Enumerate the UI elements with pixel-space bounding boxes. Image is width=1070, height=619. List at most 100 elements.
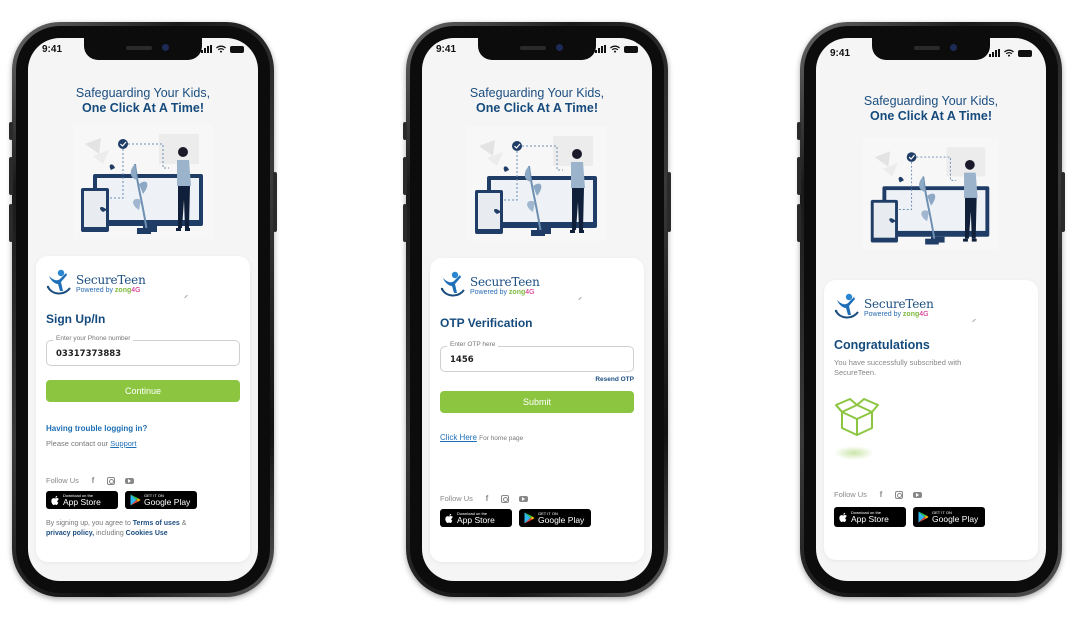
phone-number-label: Enter your Phone number — [53, 335, 134, 342]
youtube-icon[interactable] — [518, 495, 528, 502]
app-store-button[interactable]: Download on the App Store — [46, 491, 118, 509]
status-time: 9:41 — [436, 44, 457, 55]
follow-us: Follow Us f — [834, 490, 1028, 499]
tagline: Safeguarding Your Kids, One Click At A T… — [422, 86, 652, 116]
hero-illustration — [73, 124, 213, 239]
powered-by: Powered by — [76, 286, 113, 294]
box-glow — [834, 446, 874, 460]
follow-us-label: Follow Us — [46, 476, 79, 485]
partner-logo: zong — [902, 310, 920, 318]
tagline-line1: Safeguarding Your Kids, — [469, 86, 605, 100]
google-play-text: Google Play — [538, 514, 585, 525]
follow-us-label: Follow Us — [440, 494, 473, 503]
app-store-button[interactable]: Download on the App Store — [440, 509, 512, 527]
status-time: 9:41 — [830, 48, 851, 59]
wifi-icon — [610, 45, 620, 53]
continue-button[interactable]: Continue — [46, 380, 240, 402]
otp-field[interactable]: Enter OTP here 1456 — [440, 341, 634, 372]
otp-input[interactable]: 1456 — [450, 355, 474, 365]
battery-icon — [230, 45, 244, 53]
submit-button[interactable]: Submit — [440, 391, 634, 413]
tagline: Safeguarding Your Kids, One Click At A T… — [28, 86, 258, 116]
notch — [872, 38, 990, 60]
battery-icon — [1018, 49, 1032, 57]
brand-name: SecureTeen — [76, 272, 146, 287]
wifi-icon — [1004, 49, 1014, 57]
partner-logo: zong — [508, 288, 526, 296]
phone-congratulations: 9:41 Safeguarding Your Kids, One Click A… — [797, 22, 1065, 597]
brand-logo: SecureTeen Powered by zong4G — [834, 292, 1028, 322]
google-play-icon — [130, 494, 141, 506]
google-play-text: Google Play — [144, 496, 191, 507]
follow-us: Follow Us f — [440, 494, 634, 503]
support-link[interactable]: Support — [110, 439, 136, 448]
tagline-line1: Safeguarding Your Kids, — [863, 94, 999, 108]
screen: 9:41 Safeguarding Your Kids, One Click A… — [422, 38, 652, 581]
contact-text: Please contact our — [46, 439, 109, 448]
page-title: Congratulations — [834, 338, 930, 352]
hero-illustration — [863, 136, 999, 251]
notch — [84, 38, 202, 60]
tagline-line2: One Click At A Time! — [869, 109, 992, 123]
battery-icon — [624, 45, 638, 53]
instagram-icon[interactable] — [500, 494, 509, 503]
notch — [478, 38, 596, 60]
store-badges: Download on the App Store GET IT ON Google… — [834, 507, 1028, 527]
facebook-icon[interactable]: f — [89, 476, 97, 485]
follow-us: Follow Us f — [46, 476, 240, 485]
apple-icon — [51, 495, 60, 506]
instagram-icon[interactable] — [894, 490, 903, 499]
phone-number-input[interactable]: 03317373883 — [56, 349, 121, 359]
google-play-button[interactable]: GET IT ON Google Play — [125, 491, 197, 509]
cookies-use-link[interactable]: Cookies Use — [126, 530, 168, 537]
hero-illustration — [467, 126, 607, 241]
youtube-icon[interactable] — [912, 491, 922, 498]
signal-icon — [989, 49, 1000, 57]
privacy-policy-link[interactable]: privacy policy, — [46, 530, 94, 537]
otp-label: Enter OTP here — [447, 341, 499, 348]
secureteen-logo-icon — [834, 293, 860, 321]
partner-suffix: 4G — [525, 288, 535, 296]
google-play-button[interactable]: GET IT ON Google Play — [519, 509, 591, 527]
success-message: You have successfully subscribed with Se… — [834, 358, 962, 377]
partner-logo: zong — [114, 286, 132, 294]
click-here-link[interactable]: Click Here — [440, 433, 477, 442]
home-page-hint: For home page — [479, 435, 524, 442]
resend-otp-link[interactable]: Resend OTP — [440, 376, 634, 383]
phone-sign-in: 9:41 Safeguarding Your Kids, One Click A… — [9, 22, 277, 597]
store-badges: Download on the App Store GET IT ON Google… — [440, 509, 634, 527]
congratulations-card: SecureTeen Powered by zong4G Congratulat… — [824, 280, 1038, 560]
trouble-logging-in-link[interactable]: Having trouble logging in? — [46, 424, 240, 433]
secureteen-logo-icon — [46, 269, 72, 297]
signal-icon — [201, 45, 212, 53]
instagram-icon[interactable] — [106, 476, 115, 485]
powered-by: Powered by — [864, 310, 901, 318]
status-time: 9:41 — [42, 44, 63, 55]
signal-icon — [595, 45, 606, 53]
terms-text: By signing up, you agree to Terms of use… — [46, 520, 187, 537]
google-play-text: Google Play — [932, 513, 979, 524]
partner-suffix: 4G — [919, 310, 929, 318]
wifi-icon — [216, 45, 226, 53]
screen: 9:41 Safeguarding Your Kids, One Click A… — [28, 38, 258, 581]
page-title: OTP Verification — [440, 316, 533, 330]
secureteen-logo-icon — [440, 271, 466, 299]
powered-by: Powered by — [470, 288, 507, 296]
open-box-icon — [834, 394, 880, 438]
terms-of-use-link[interactable]: Terms of uses — [133, 520, 180, 527]
brand-logo: SecureTeen Powered by zong4G — [46, 268, 240, 298]
youtube-icon[interactable] — [124, 477, 134, 484]
facebook-icon[interactable]: f — [877, 490, 885, 499]
phone-number-field[interactable]: Enter your Phone number 03317373883 — [46, 335, 240, 366]
google-play-button[interactable]: GET IT ON Google Play — [913, 507, 985, 527]
tagline-line2: One Click At A Time! — [475, 101, 598, 115]
screen: 9:41 Safeguarding Your Kids, One Click A… — [816, 38, 1046, 581]
page-title: Sign Up/In — [46, 312, 106, 326]
facebook-icon[interactable]: f — [483, 494, 491, 503]
phone-otp: 9:41 Safeguarding Your Kids, One Click A… — [403, 22, 671, 597]
apple-icon — [839, 512, 848, 523]
sign-in-card: SecureTeen Powered by zong4G Sign Up/In … — [36, 256, 250, 562]
app-store-text: App Store — [63, 496, 101, 507]
partner-suffix: 4G — [131, 286, 141, 294]
app-store-button[interactable]: Download on the App Store — [834, 507, 906, 527]
